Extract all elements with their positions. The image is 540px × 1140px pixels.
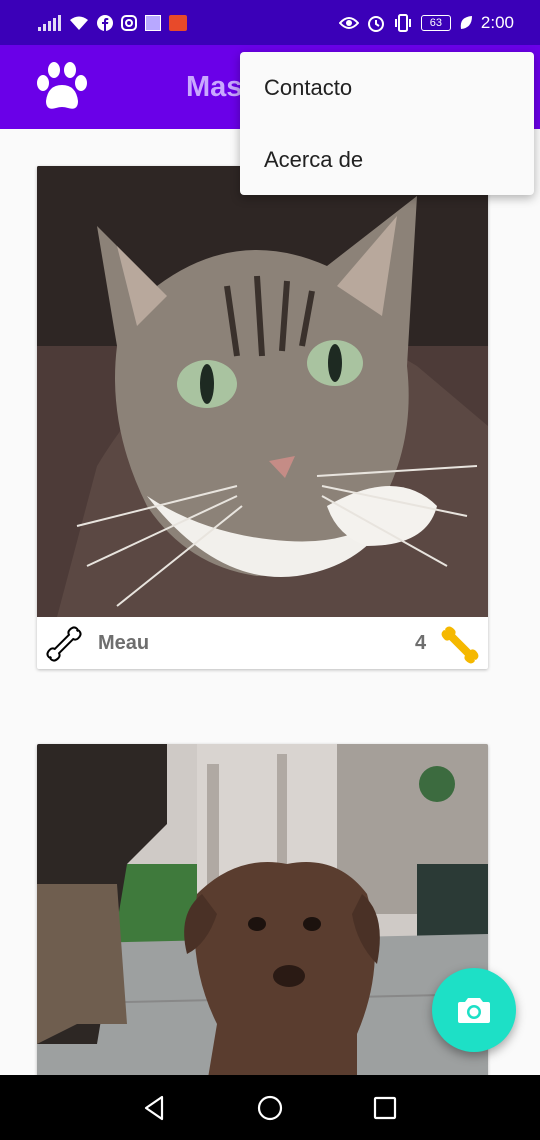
- instagram-icon: [121, 14, 137, 31]
- home-icon[interactable]: [255, 1093, 285, 1123]
- status-left: [38, 14, 187, 31]
- vibrate-icon: [394, 13, 411, 32]
- pet-photo: [37, 744, 488, 1084]
- signal-icon: [38, 14, 61, 31]
- pet-name: Meau: [98, 632, 150, 654]
- wifi-icon: [70, 16, 88, 30]
- camera-icon: [458, 998, 490, 1023]
- bone-outline-icon[interactable]: [43, 623, 85, 665]
- status-time: 2:00: [480, 12, 514, 32]
- paw-icon: [37, 62, 87, 109]
- menu-item-acerca-de[interactable]: Acerca de: [240, 124, 534, 196]
- eye-icon: [338, 16, 359, 29]
- app-title: Mas: [186, 71, 243, 103]
- back-icon[interactable]: [140, 1093, 170, 1123]
- pet-card[interactable]: [37, 744, 488, 1084]
- battery-level: 63: [429, 16, 443, 29]
- alarm-icon: [367, 15, 384, 32]
- pet-rating-count: 4: [415, 632, 427, 654]
- pet-card-footer: Meau 4: [37, 617, 488, 669]
- navigation-bar: [0, 1075, 540, 1140]
- recents-icon[interactable]: [370, 1093, 400, 1123]
- facebook-icon: [97, 14, 113, 31]
- pet-card[interactable]: Meau 4: [37, 166, 488, 669]
- menu-item-contacto[interactable]: Contacto: [240, 52, 534, 124]
- pet-photo: [37, 166, 488, 617]
- mail-icon: [169, 14, 187, 31]
- status-bar: 63 2:00: [0, 0, 540, 45]
- camera-fab-button[interactable]: [432, 968, 516, 1052]
- app-square-icon: [145, 14, 161, 31]
- bone-filled-icon: [441, 626, 479, 664]
- leaf-icon: [460, 15, 472, 29]
- battery-icon: 63: [420, 14, 451, 31]
- status-right: 63 2:00: [338, 12, 514, 33]
- overflow-menu: Contacto Acerca de: [240, 52, 534, 195]
